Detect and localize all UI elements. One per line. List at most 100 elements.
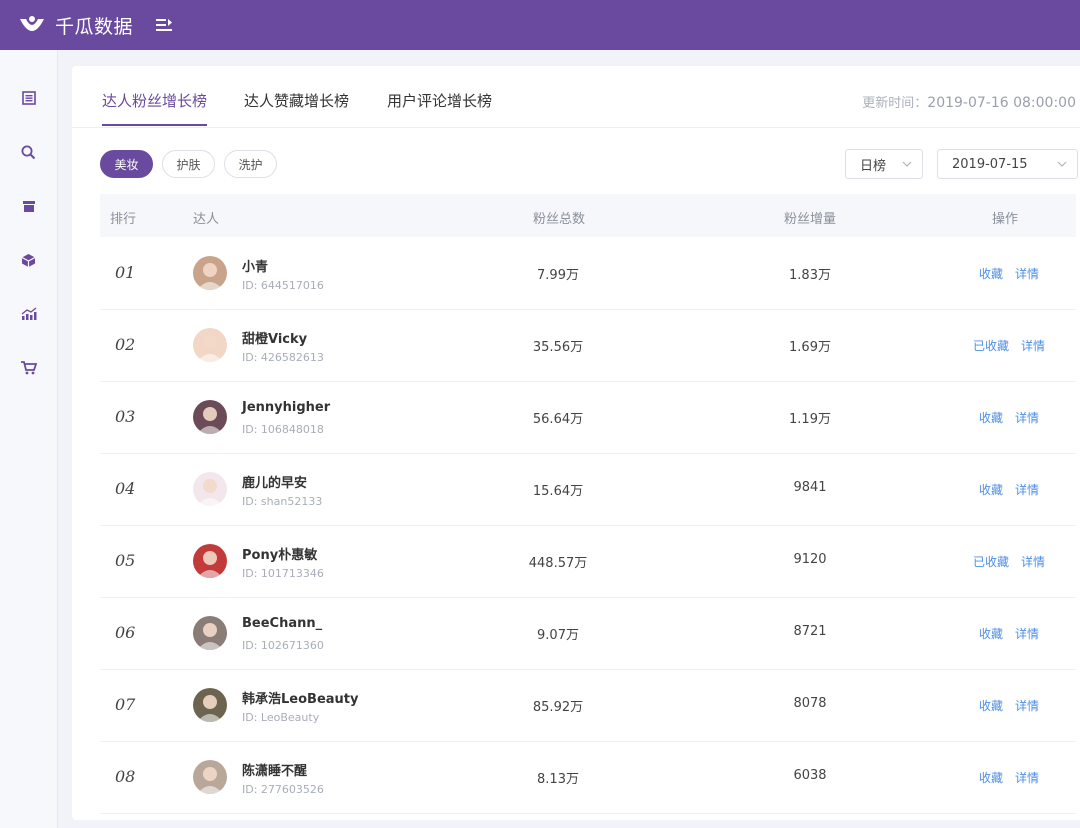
user-id: ID: 102671360 [242, 639, 324, 652]
user-id: ID: 426582613 [242, 351, 324, 364]
sidebar-item-archive[interactable] [0, 186, 57, 226]
table-row: 01 小青 ID: 644517016 7.99万 1.83万 收藏 详情 [100, 237, 1076, 310]
avatar[interactable] [193, 688, 227, 722]
fans-increase: 8721 [793, 624, 827, 639]
detail-link[interactable]: 详情 [1021, 553, 1045, 570]
tab-fans-growth[interactable]: 达人粉丝增长榜 [102, 90, 208, 126]
ranking-tabs: 达人粉丝增长榜 达人赞藏增长榜 用户评论增长榜 更新时间：2019-07-16 … [72, 66, 1080, 128]
ranking-card: 达人粉丝增长榜 达人赞藏增长榜 用户评论增长榜 更新时间：2019-07-16 … [72, 66, 1080, 820]
sidebar-item-box[interactable] [0, 240, 57, 280]
date-select-value: 2019-07-15 [952, 156, 1028, 172]
box-icon [21, 253, 36, 267]
avatar[interactable] [193, 400, 227, 434]
favorite-link[interactable]: 收藏 [979, 481, 1003, 498]
category-chip-haircare[interactable]: 洗护 [224, 150, 277, 178]
trend-chart-icon [21, 307, 36, 320]
favorite-link[interactable]: 已收藏 [973, 553, 1009, 570]
table-header: 排行 达人 粉丝总数 粉丝增量 操作 [100, 194, 1076, 237]
user-id: ID: 277603526 [242, 783, 324, 796]
user-id: ID: 101713346 [242, 567, 324, 580]
fans-increase: 6038 [793, 768, 827, 783]
row-rank: 03 [115, 407, 136, 426]
logo-icon[interactable] [17, 10, 47, 40]
fans-total: 8.13万 [537, 772, 579, 787]
fans-total: 448.57万 [528, 556, 588, 571]
sidebar-item-search[interactable] [0, 132, 57, 172]
header-user: 达人 [193, 212, 220, 227]
fans-increase: 9841 [793, 480, 827, 495]
period-select[interactable]: 日榜 [845, 149, 923, 179]
row-rank: 07 [115, 695, 136, 714]
fans-increase: 1.69万 [789, 340, 831, 355]
favorite-link[interactable]: 收藏 [979, 769, 1003, 786]
avatar[interactable] [193, 472, 227, 506]
fans-total: 7.99万 [537, 268, 579, 283]
detail-link[interactable]: 详情 [1015, 769, 1039, 786]
detail-link[interactable]: 详情 [1015, 625, 1039, 642]
row-rank: 06 [115, 623, 136, 642]
avatar[interactable] [193, 544, 227, 578]
avatar[interactable] [193, 328, 227, 362]
row-rank: 01 [115, 263, 136, 282]
detail-link[interactable]: 详情 [1015, 409, 1039, 426]
user-name[interactable]: 陈潇睡不醒 [242, 760, 307, 779]
sidebar-item-cart[interactable] [0, 348, 57, 388]
update-time-value: 2019-07-16 08:00:00 [927, 95, 1076, 111]
chevron-down-icon [902, 161, 912, 167]
fans-increase: 8078 [793, 696, 827, 711]
fans-total: 15.64万 [532, 484, 584, 499]
avatar[interactable] [193, 616, 227, 650]
user-name[interactable]: 鹿儿的早安 [242, 472, 307, 491]
favorite-link[interactable]: 收藏 [979, 265, 1003, 282]
favorite-link[interactable]: 收藏 [979, 697, 1003, 714]
sidebar-item-document[interactable] [0, 78, 57, 118]
tab-likes-growth[interactable]: 达人赞藏增长榜 [244, 90, 349, 124]
fans-increase: 1.19万 [789, 412, 831, 427]
fans-total: 9.07万 [537, 628, 579, 643]
row-rank: 08 [115, 767, 136, 786]
period-select-value: 日榜 [860, 158, 887, 174]
user-id: ID: 644517016 [242, 279, 324, 292]
detail-link[interactable]: 详情 [1015, 697, 1039, 714]
date-select[interactable]: 2019-07-15 [937, 149, 1078, 179]
menu-collapse-icon[interactable] [155, 16, 173, 34]
fans-total: 85.92万 [532, 700, 584, 715]
sidebar [0, 50, 58, 828]
header-ops: 操作 [992, 212, 1019, 227]
fans-total: 35.56万 [532, 340, 584, 355]
sidebar-item-trend[interactable] [0, 294, 57, 334]
brand-name[interactable]: 千瓜数据 [55, 12, 133, 39]
table-row: 03 Jennyhigher ID: 106848018 56.64万 1.19万 收藏详… [100, 381, 1076, 454]
row-rank: 04 [115, 479, 136, 498]
archive-icon [22, 201, 35, 212]
fans-increase: 1.83万 [789, 268, 831, 283]
document-icon [21, 91, 36, 105]
user-name[interactable]: Pony朴惠敏 [242, 544, 317, 563]
user-id: ID: shan52133 [242, 495, 323, 508]
header-total: 粉丝总数 [533, 212, 586, 227]
category-chip-makeup[interactable]: 美妆 [100, 150, 153, 178]
table-row: 04 鹿儿的早安 ID: shan52133 15.64万 9841 收藏 详情 [100, 453, 1076, 526]
user-id: ID: LeoBeauty [242, 711, 320, 724]
detail-link[interactable]: 详情 [1021, 337, 1045, 354]
favorite-link[interactable]: 收藏 [979, 625, 1003, 642]
category-chip-skincare[interactable]: 护肤 [162, 150, 215, 178]
user-name[interactable]: 韩承浩LeoBeauty [242, 688, 358, 707]
row-rank: 05 [115, 551, 136, 570]
detail-link[interactable]: 详情 [1015, 265, 1039, 282]
detail-link[interactable]: 详情 [1015, 481, 1039, 498]
table-row: 08 陈潇睡不醒 ID: 277603526 8.13万 6038 收藏 详情 [100, 741, 1076, 814]
user-name[interactable]: 甜橙Vicky [242, 328, 307, 347]
avatar[interactable] [193, 760, 227, 794]
row-rank: 02 [115, 335, 136, 354]
user-name[interactable]: BeeChann_ [242, 616, 322, 631]
chevron-down-icon [1057, 161, 1067, 167]
fans-total: 56.64万 [532, 412, 584, 427]
favorite-link[interactable]: 收藏 [979, 409, 1003, 426]
tab-comments-growth[interactable]: 用户评论增长榜 [387, 90, 492, 124]
user-name[interactable]: Jennyhigher [242, 400, 330, 415]
avatar[interactable] [193, 256, 227, 290]
user-name[interactable]: 小青 [242, 256, 268, 275]
favorite-link[interactable]: 已收藏 [973, 337, 1009, 354]
user-id: ID: 106848018 [242, 423, 324, 436]
